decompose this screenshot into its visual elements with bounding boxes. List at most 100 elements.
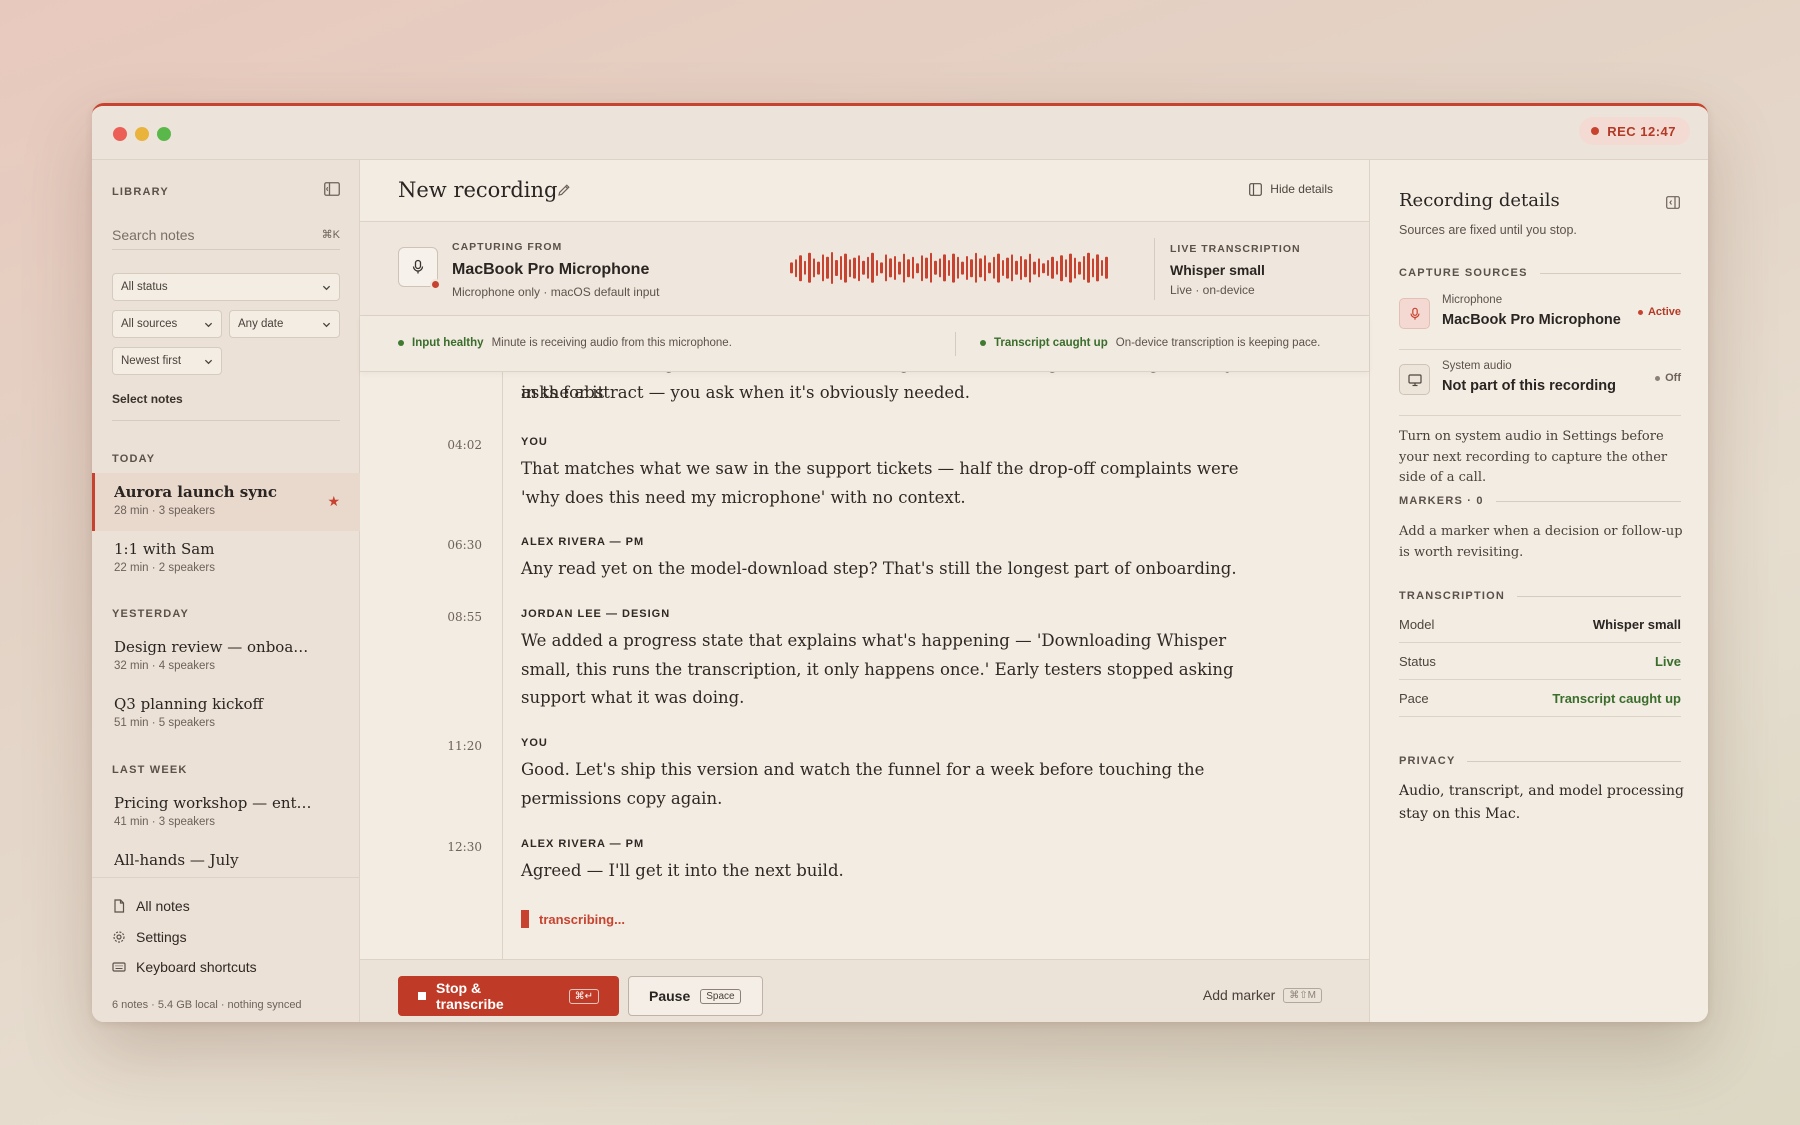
sort-select[interactable]: Newest first	[112, 347, 222, 375]
note-item[interactable]: 1:1 with Sam 22 min · 2 speakers	[92, 530, 360, 588]
note-meta: 22 min · 2 speakers	[114, 562, 215, 574]
waveform-bar	[974, 252, 978, 284]
panel-collapse-icon[interactable]	[1666, 196, 1680, 209]
chevron-down-icon	[204, 359, 213, 364]
markers-label: MARKERS · 0	[1399, 495, 1484, 507]
waveform-bar	[938, 258, 942, 278]
microphone-source	[398, 247, 441, 290]
transcript-health-desc: On-device transcription is keeping pace.	[1115, 337, 1321, 349]
add-marker-shortcut: ⌘⇧M	[1283, 987, 1322, 1003]
waveform-bar	[907, 259, 910, 277]
waveform-bar	[862, 260, 865, 276]
transcript-health-title: Transcript caught up	[994, 337, 1108, 349]
waveform-bar	[943, 254, 946, 282]
note-item[interactable]: Q3 planning kickoff 51 min · 5 speakers	[92, 685, 360, 743]
source-name: MacBook Pro Microphone	[1442, 312, 1621, 328]
star-icon[interactable]: ★	[327, 493, 340, 510]
sources-filter[interactable]: All sources	[112, 310, 222, 338]
waveform-bar	[1024, 259, 1027, 277]
waveform-bar	[848, 259, 852, 277]
recording-main: New recording Hide details CAPTURING FRO…	[360, 160, 1369, 1022]
waveform-bar	[812, 258, 816, 278]
segment-text: We added a progress state that explains …	[521, 631, 1234, 707]
kv-value: Transcript caught up	[1552, 690, 1681, 706]
date-filter[interactable]: Any date	[229, 310, 340, 338]
waveform-bar	[970, 259, 973, 277]
details-subtitle: Sources are fixed until you stop.	[1399, 223, 1577, 237]
waveform-bar	[961, 261, 964, 275]
waveform-bar	[880, 262, 883, 274]
source-status-label: Active	[1647, 306, 1681, 318]
microphone-icon	[412, 259, 424, 274]
group-label-yesterday: YESTERDAY	[112, 608, 190, 620]
close-window-button[interactable]	[113, 127, 127, 141]
kv-key: Pace	[1399, 690, 1429, 706]
transcription-header: TRANSCRIPTION	[1399, 590, 1681, 602]
stop-transcribe-button[interactable]: Stop & transcribe ⌘↵	[398, 976, 619, 1016]
waveform-bar	[902, 253, 906, 283]
segment-timestamp[interactable]: 04:02	[430, 438, 482, 452]
library-label: LIBRARY	[112, 186, 169, 198]
segment-timestamp[interactable]: 08:55	[430, 610, 482, 624]
transcript-pane[interactable]: We moved it to right before the first re…	[360, 372, 1369, 959]
capture-sources-label: CAPTURE SOURCES	[1399, 267, 1528, 279]
search-notes[interactable]: Search notes ⌘K	[112, 220, 340, 250]
segment-timestamp[interactable]: 11:20	[430, 739, 482, 753]
waveform-bar	[988, 262, 991, 274]
main-header: New recording Hide details	[360, 160, 1369, 222]
note-item[interactable]: Pricing workshop — enterprise 41 min · 3…	[92, 784, 360, 842]
search-input[interactable]: Search notes	[112, 227, 195, 243]
live-cursor-icon	[521, 910, 529, 928]
waveform-bar	[1015, 260, 1018, 276]
waveform-bar	[794, 259, 797, 277]
zoom-window-button[interactable]	[157, 127, 171, 141]
partial-utterance-line: in the abstract — you ask when it's obvi…	[521, 383, 970, 402]
section-rule	[1495, 500, 1681, 502]
kv-key: Model	[1399, 616, 1435, 632]
stop-shortcut: ⌘↵	[568, 988, 599, 1004]
waveform-bar	[898, 261, 901, 275]
waveform-bar	[1010, 254, 1014, 282]
hide-details-button[interactable]: Hide details	[1249, 182, 1333, 196]
waveform-bar	[997, 253, 1000, 283]
note-item-active[interactable]: Aurora launch sync 28 min · 3 speakers ★	[92, 473, 360, 531]
status-filter[interactable]: All status	[112, 273, 340, 301]
live-transcription-model: Whisper small	[1170, 262, 1265, 278]
gear-icon	[113, 931, 125, 943]
waveform-bar	[1091, 258, 1095, 278]
segment-timestamp[interactable]: 12:30	[430, 840, 482, 854]
source-name: Not part of this recording	[1442, 378, 1616, 394]
input-health: Input healthy Minute is receiving audio …	[398, 337, 732, 349]
select-notes-button[interactable]: Select notes	[112, 392, 183, 406]
recording-controls: Stop & transcribe ⌘↵ Pause Space Add mar…	[360, 959, 1369, 1022]
note-item[interactable]: Design review — onboarding 32 min · 4 sp…	[92, 628, 360, 686]
capture-device-detail: Microphone only · macOS default input	[452, 285, 660, 299]
minimize-window-button[interactable]	[135, 127, 149, 141]
source-system-audio: System audio Not part of this recording …	[1399, 350, 1681, 416]
settings-label: Settings	[136, 929, 187, 945]
add-marker-button[interactable]: Add marker ⌘⇧M	[1203, 987, 1322, 1003]
waveform-bar	[857, 255, 861, 281]
note-title: Design review — onboarding	[114, 638, 314, 656]
waveform-bar	[821, 254, 825, 282]
privacy-header: PRIVACY	[1399, 755, 1681, 767]
input-health-desc: Minute is receiving audio from this micr…	[491, 337, 732, 349]
transcribing-label: transcribing...	[539, 911, 625, 927]
waveform-bar	[947, 260, 951, 276]
pause-button[interactable]: Pause Space	[628, 976, 763, 1016]
transcription-model-row: Model Whisper small	[1399, 606, 1681, 643]
segment-timestamp[interactable]: 06:30	[430, 538, 482, 552]
input-health-title: Input healthy	[412, 337, 484, 349]
settings-link[interactable]: Settings	[112, 929, 187, 945]
sidebar-collapse-icon[interactable]	[324, 182, 340, 196]
note-title: 1:1 with Sam	[114, 540, 215, 558]
all-notes-link[interactable]: All notes	[112, 898, 190, 914]
transcript-health: Transcript caught up On-device transcrip…	[980, 337, 1320, 349]
transcription-status-row: Status Live	[1399, 643, 1681, 680]
segment-speaker: YOU	[521, 737, 548, 749]
edit-title-icon[interactable]	[556, 182, 572, 198]
kv-value: Whisper small	[1592, 616, 1681, 632]
keyboard-shortcuts-link[interactable]: Keyboard shortcuts	[112, 959, 257, 975]
group-label-last-week: LAST WEEK	[112, 764, 188, 776]
page-title[interactable]: New recording	[398, 178, 558, 202]
